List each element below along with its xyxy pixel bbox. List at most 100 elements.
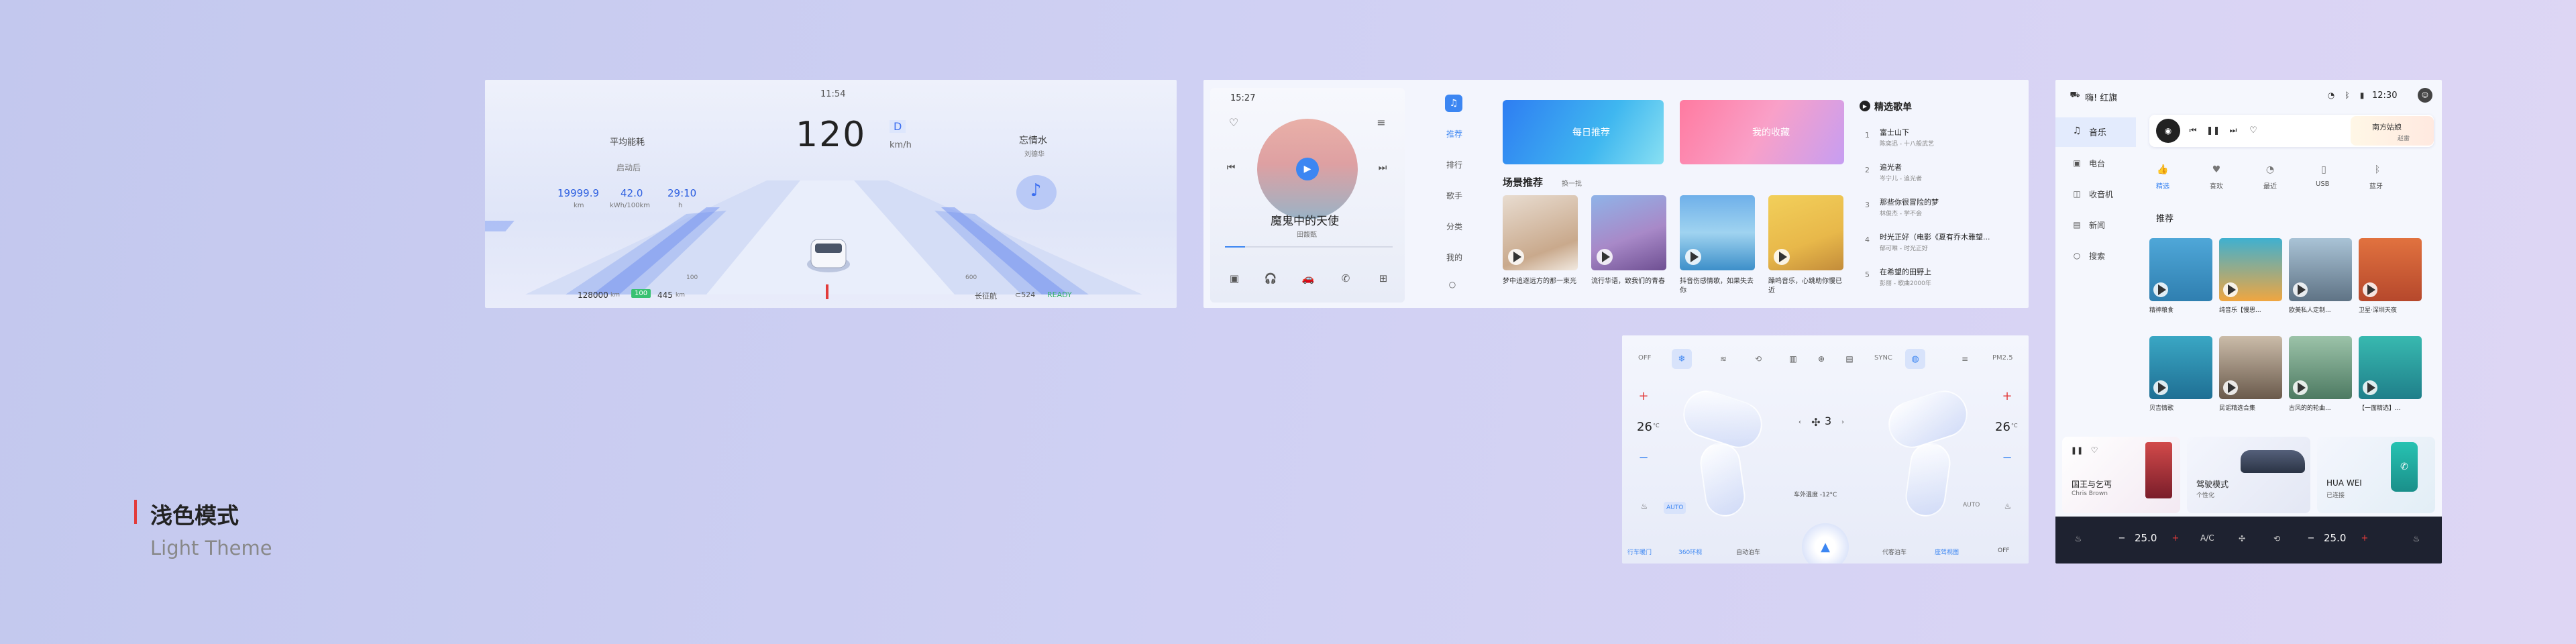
scene-more[interactable]: 换一批	[1562, 178, 1582, 188]
center-dial[interactable]: ▲	[1802, 523, 1849, 564]
play-icon[interactable]	[2293, 380, 2308, 395]
prev-icon[interactable]: ⏮	[2187, 124, 2199, 136]
temp-up-right[interactable]: +	[2360, 533, 2369, 543]
tab-usb[interactable]: USB	[2316, 180, 2330, 188]
playlist-song[interactable]: 追光者	[1880, 162, 1902, 172]
nav-news[interactable]: 新闻	[2089, 219, 2105, 231]
tab-like[interactable]: 喜欢	[2210, 180, 2223, 191]
bottom-btn-2[interactable]: 360环视	[1678, 547, 1702, 556]
rear-defrost-icon[interactable]: ≋	[1716, 352, 1731, 366]
usb-tab-icon[interactable]: ▯	[2317, 163, 2330, 176]
seat-heat-icon[interactable]: ♨	[2072, 532, 2085, 545]
bottom-btn-7[interactable]: OFF	[1998, 547, 2009, 554]
left-auto-button[interactable]: AUTO	[1664, 502, 1686, 514]
search-icon[interactable]: ○	[1446, 278, 1458, 290]
nav-radio[interactable]: 电台	[2089, 158, 2105, 169]
recent-tab-icon[interactable]: ◔	[2263, 163, 2277, 176]
climate-off-button[interactable]: OFF	[1638, 354, 1651, 362]
bluetooth-tab-icon[interactable]: ᛒ	[2371, 163, 2384, 176]
right-temp-down[interactable]: −	[2000, 451, 2014, 465]
fan-icon[interactable]: ✣	[2235, 532, 2249, 545]
sync-button[interactable]: SYNC	[1874, 354, 1892, 362]
pm25-button[interactable]: PM2.5	[1992, 354, 2013, 362]
auto-air-icon[interactable]: ◍	[1905, 349, 1925, 369]
temp-down-right[interactable]: −	[2306, 533, 2316, 543]
user-avatar[interactable]: ☺	[2418, 88, 2432, 103]
play-icon[interactable]	[1685, 249, 1701, 265]
pause-icon[interactable]: ❚❚	[2071, 445, 2083, 455]
recirc-icon[interactable]: ⟲	[2270, 532, 2284, 545]
bottom-btn-1[interactable]: 行车暖门	[1627, 547, 1652, 556]
play-button[interactable]: ▶	[1296, 158, 1319, 180]
album-tile[interactable]	[2359, 336, 2422, 399]
seat-heat-right-icon[interactable]: ♨	[2410, 532, 2423, 545]
bottom-btn-6[interactable]: 座驾视图	[1935, 547, 1959, 556]
fan-down-icon[interactable]: ‹	[1795, 417, 1805, 427]
album-tile[interactable]	[2219, 238, 2282, 301]
like-tab-icon[interactable]: ♥	[2210, 163, 2223, 176]
play-icon[interactable]	[2293, 282, 2308, 297]
bottom-btn-3[interactable]: 自动泊车	[1736, 547, 1760, 556]
nav-recommend[interactable]: 推荐	[1446, 128, 1462, 140]
temp-up-left[interactable]: +	[2171, 533, 2180, 543]
play-icon[interactable]	[2363, 380, 2377, 395]
bottom-btn-5[interactable]: 代客泊车	[1882, 547, 1907, 556]
play-icon[interactable]	[1597, 249, 1613, 265]
album-tile[interactable]	[2289, 238, 2352, 301]
play-icon[interactable]	[1774, 249, 1790, 265]
apps-icon[interactable]: ⊞	[1375, 270, 1391, 286]
left-seat-heat-icon[interactable]: ♨	[1637, 499, 1652, 514]
seat-heat-icon[interactable]: ▥	[1786, 352, 1801, 366]
next-icon[interactable]: ⏭	[1375, 160, 1390, 175]
featured-tab-icon[interactable]: 👍	[2156, 163, 2169, 176]
tab-bluetooth[interactable]: 蓝牙	[2369, 180, 2383, 191]
next-icon[interactable]: ⏭	[2227, 124, 2239, 136]
play-icon[interactable]	[2153, 282, 2168, 297]
left-temp-up[interactable]: +	[1637, 389, 1650, 403]
tab-featured[interactable]: 精选	[2156, 180, 2169, 191]
tab-recent[interactable]: 最近	[2263, 180, 2277, 191]
headphones-icon[interactable]: 🎧	[1263, 270, 1279, 286]
card-drive-mode[interactable]	[2187, 437, 2310, 513]
phone-icon[interactable]: ✆	[1338, 270, 1354, 286]
play-icon[interactable]	[1508, 249, 1524, 265]
nav-chart[interactable]: 排行	[1446, 159, 1462, 170]
nav-category[interactable]: 分类	[1446, 221, 1462, 232]
car-icon[interactable]: 🚗	[1300, 270, 1316, 286]
album-tile[interactable]	[2359, 238, 2422, 301]
seat-vent-icon[interactable]: ▤	[1842, 352, 1857, 366]
nav-singer[interactable]: 歌手	[1446, 190, 1462, 201]
album-tile[interactable]	[2149, 238, 2212, 301]
playlist-song[interactable]: 富士山下	[1880, 127, 1909, 138]
nav-search[interactable]: 搜索	[2089, 250, 2105, 262]
nav-music[interactable]: 音乐	[2089, 125, 2106, 138]
right-seat-heat-icon[interactable]: ♨	[2000, 499, 2015, 514]
playlist-song[interactable]: 时光正好（电影《夏有乔木雅望...	[1880, 231, 1990, 242]
scene-card[interactable]	[1503, 195, 1578, 270]
heart-icon[interactable]: ♡	[2247, 124, 2259, 136]
nav-mine[interactable]: 我的	[1446, 252, 1462, 263]
right-auto-button[interactable]: AUTO	[1963, 502, 1980, 508]
left-temp-down[interactable]: −	[1637, 451, 1650, 465]
progress-bar[interactable]	[1225, 246, 1393, 248]
ac-button[interactable]: A/C	[2200, 533, 2214, 543]
play-icon[interactable]	[2153, 380, 2168, 395]
temp-down-left[interactable]: −	[2117, 533, 2127, 543]
heart-icon[interactable]: ♡	[2089, 445, 2100, 455]
scene-card[interactable]	[1680, 195, 1755, 270]
fan-mode-icon[interactable]: ⊕	[1814, 352, 1829, 366]
playlist-icon[interactable]: ≡	[1374, 115, 1389, 129]
front-defrost-icon[interactable]: ❄	[1672, 349, 1692, 369]
playlist-song[interactable]: 那些你很冒险的梦	[1880, 197, 1939, 207]
album-tile[interactable]	[2289, 336, 2352, 399]
fan-up-icon[interactable]: ›	[1838, 417, 1847, 427]
pause-icon[interactable]: ❚❚	[2206, 124, 2220, 136]
menu-icon[interactable]: ≡	[1957, 352, 1972, 366]
scene-card[interactable]	[1591, 195, 1666, 270]
scene-card[interactable]	[1768, 195, 1843, 270]
play-icon[interactable]	[2363, 282, 2377, 297]
recirc-icon[interactable]: ⟲	[1751, 352, 1766, 366]
play-icon[interactable]	[2223, 380, 2238, 395]
nav-fm[interactable]: 收音机	[2089, 189, 2113, 200]
heart-icon[interactable]: ♡	[1226, 115, 1241, 129]
